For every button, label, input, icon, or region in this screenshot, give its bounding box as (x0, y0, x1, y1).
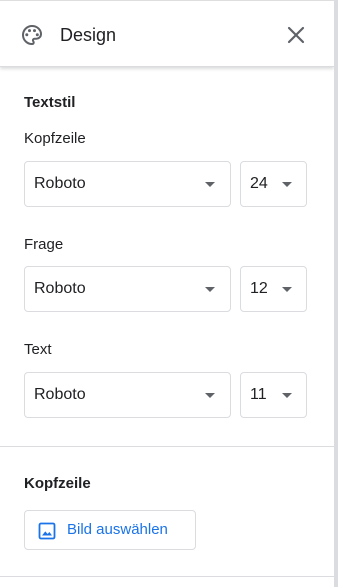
text-style-section-title: Textstil (24, 94, 76, 111)
text-size-select[interactable]: 11 (240, 372, 307, 418)
question-size-value: 12 (250, 280, 268, 297)
header-section-title: Kopfzeile (24, 475, 91, 492)
panel-right-border (334, 0, 338, 587)
text-font-label: Text (24, 341, 52, 358)
question-font-value: Roboto (34, 280, 86, 297)
text-font-select[interactable]: Roboto (24, 372, 231, 418)
text-size-value: 11 (250, 386, 267, 403)
image-icon (38, 522, 56, 540)
dropdown-arrow-icon (282, 182, 292, 187)
panel-header: Design (0, 1, 334, 67)
dropdown-arrow-icon (282, 287, 292, 292)
heading-font-label: Kopfzeile (24, 130, 86, 147)
choose-image-label: Bild auswählen (67, 521, 168, 538)
question-font-select[interactable]: Roboto (24, 266, 231, 312)
question-size-select[interactable]: 12 (240, 266, 307, 312)
palette-icon (22, 24, 43, 46)
close-icon[interactable] (284, 23, 308, 47)
heading-font-value: Roboto (34, 175, 86, 192)
dropdown-arrow-icon (205, 182, 215, 187)
heading-size-value: 24 (250, 175, 268, 192)
section-divider (0, 446, 334, 447)
text-font-value: Roboto (34, 386, 86, 403)
panel-title: Design (60, 25, 117, 45)
heading-font-select[interactable]: Roboto (24, 161, 231, 207)
dropdown-arrow-icon (205, 287, 215, 292)
bottom-divider (0, 576, 334, 577)
dropdown-arrow-icon (282, 393, 292, 398)
question-font-label: Frage (24, 236, 64, 253)
heading-size-select[interactable]: 24 (240, 161, 307, 207)
choose-image-button[interactable]: Bild auswählen (24, 510, 196, 550)
dropdown-arrow-icon (205, 393, 215, 398)
